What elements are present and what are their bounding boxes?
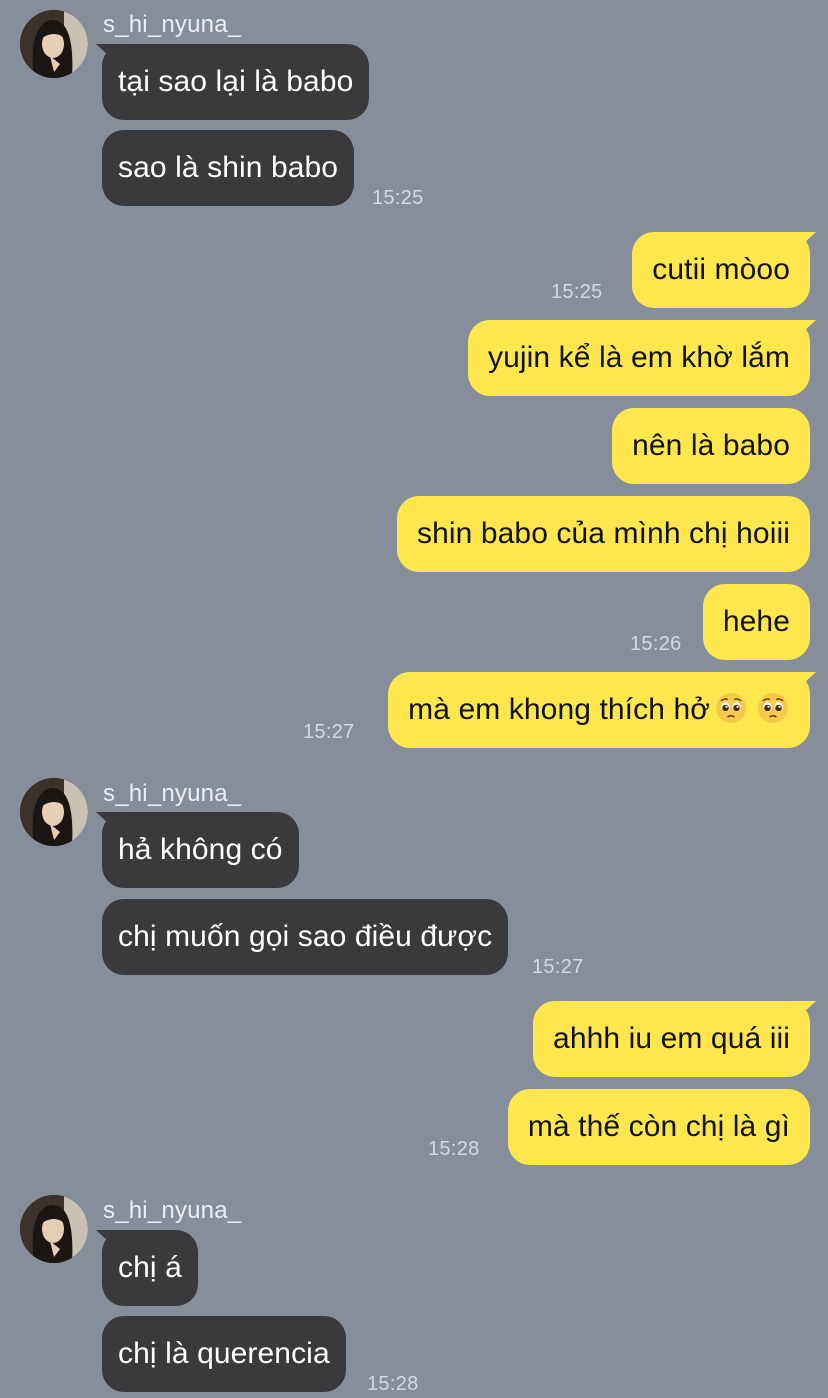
pleading-face-icon (714, 691, 748, 725)
message-timestamp: 15:27 (532, 956, 584, 978)
outgoing-message[interactable]: ahhh iu em quá iii (533, 1001, 810, 1077)
incoming-message[interactable]: chị á (102, 1230, 198, 1306)
avatar[interactable] (20, 778, 88, 846)
sender-name: s_hi_nyuna_ (103, 1197, 242, 1224)
message-timestamp: 15:28 (367, 1373, 419, 1395)
profile-photo-icon (20, 778, 88, 846)
profile-photo-icon (20, 1195, 88, 1263)
sender-name: s_hi_nyuna_ (103, 780, 242, 807)
incoming-message[interactable]: sao là shin babo (102, 130, 355, 206)
outgoing-message[interactable]: cutii mòoo (632, 232, 810, 308)
message-timestamp: 15:25 (551, 281, 603, 303)
outgoing-message[interactable]: nên là babo (612, 408, 810, 484)
outgoing-message[interactable]: yujin kể là em khờ lắm (468, 320, 810, 396)
chat-thread[interactable]: s_hi_nyuna_ tại sao lại là babo sao là s… (0, 0, 828, 1398)
pleading-face-icon (756, 691, 790, 725)
message-text: mà em khong thích hở (408, 693, 710, 726)
message-timestamp: 15:28 (428, 1138, 480, 1160)
incoming-message[interactable]: chị muốn gọi sao điều được (102, 899, 509, 975)
message-timestamp: 15:25 (372, 187, 424, 209)
outgoing-message[interactable]: shin babo của mình chị hoiii (396, 496, 810, 572)
message-timestamp: 15:27 (303, 721, 355, 743)
incoming-message[interactable]: chị là querencia (102, 1316, 346, 1392)
message-timestamp: 15:26 (630, 633, 682, 655)
outgoing-message[interactable]: hehe (702, 584, 810, 660)
incoming-message[interactable]: hả không có (102, 812, 299, 888)
avatar[interactable] (20, 10, 88, 78)
outgoing-message[interactable]: mà em khong thích hở (388, 672, 810, 748)
outgoing-message[interactable]: mà thế còn chị là gì (507, 1089, 810, 1165)
incoming-message[interactable]: tại sao lại là babo (102, 44, 370, 120)
sender-name: s_hi_nyuna_ (103, 11, 242, 38)
avatar[interactable] (20, 1195, 88, 1263)
profile-photo-icon (20, 10, 88, 78)
